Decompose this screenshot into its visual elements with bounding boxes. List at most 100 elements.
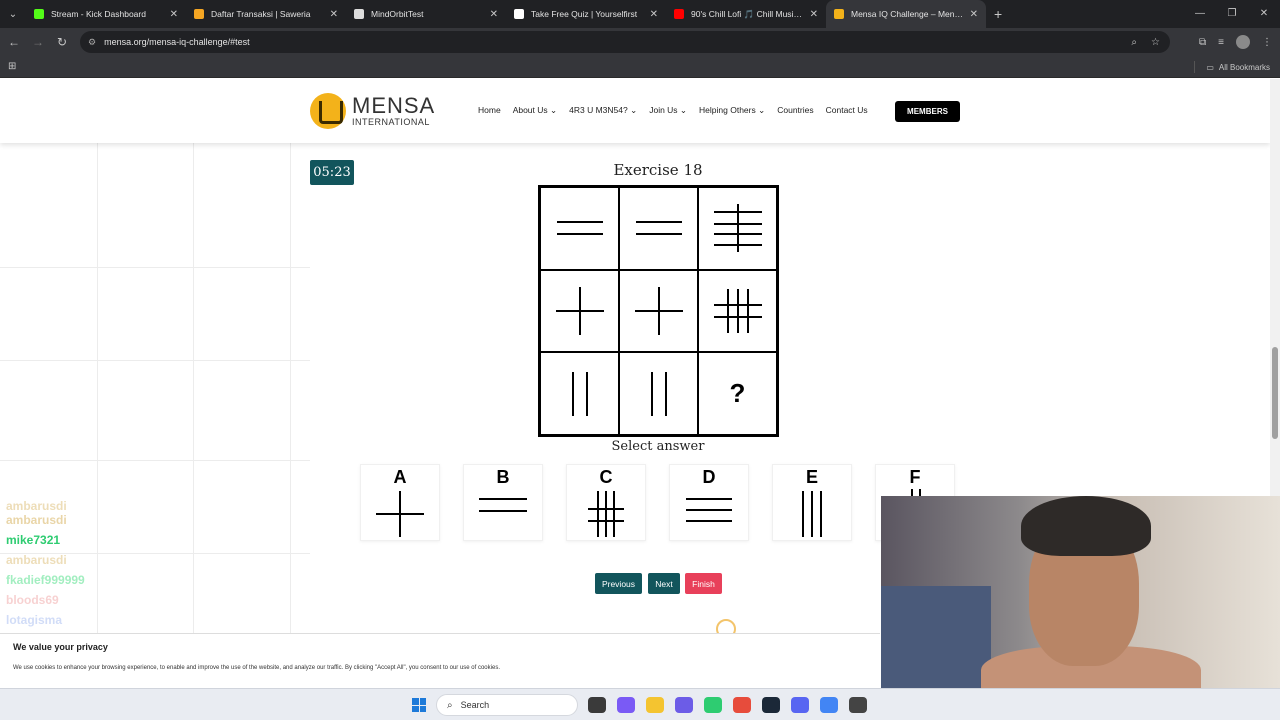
browser-tab-4[interactable]: 90's Chill Lofi 🎵 Chill Music Lo ✕ xyxy=(666,0,826,28)
close-window-icon[interactable]: ✕ xyxy=(1248,0,1280,28)
option-letter: E xyxy=(805,467,818,487)
bookmark-star-icon[interactable]: ☆ xyxy=(1151,37,1160,48)
browser-tab-0[interactable]: Stream - Kick Dashboard ✕ xyxy=(26,0,186,28)
saweria-favicon-icon xyxy=(194,9,204,19)
steam-icon[interactable] xyxy=(762,697,780,713)
yourselfirst-favicon-icon xyxy=(514,9,524,19)
chat-username: ambarusdi xyxy=(6,499,67,510)
nav-contact-us[interactable]: Contact Us xyxy=(826,105,868,116)
members-button[interactable]: MEMBERS xyxy=(895,101,960,122)
tab-search-icon[interactable]: ⌄ xyxy=(0,0,26,28)
extensions-icon[interactable]: ⧉ xyxy=(1199,37,1206,48)
windows-taskbar: ⌕ Search xyxy=(0,688,1280,720)
close-icon[interactable]: ✕ xyxy=(970,9,978,20)
matrix-cell xyxy=(698,269,777,353)
grid-line xyxy=(0,267,310,268)
reload-icon[interactable]: ↻ xyxy=(50,35,74,49)
nav-home[interactable]: Home xyxy=(478,105,501,116)
chat-username: bloods69 xyxy=(6,593,59,607)
tab-title: Mensa IQ Challenge – Mensa In xyxy=(851,9,966,19)
menu-kebab-icon[interactable]: ⋮ xyxy=(1262,37,1272,48)
profile-avatar[interactable] xyxy=(1236,35,1250,49)
countdown-timer: 05:23 xyxy=(310,160,354,185)
mensa-logo[interactable]: MENSA INTERNATIONAL xyxy=(310,93,435,129)
webcam-background-clothes xyxy=(881,586,991,688)
tab-title: 90's Chill Lofi 🎵 Chill Music Lo xyxy=(691,8,806,19)
omnibox-actions: ⌕ ☆ xyxy=(1131,31,1160,53)
nav-join-us[interactable]: Join Us ⌄ xyxy=(649,105,687,116)
url-text[interactable]: mensa.org/mensa-iq-challenge/#test xyxy=(104,37,250,47)
omnibox[interactable]: ⚙ mensa.org/mensa-iq-challenge/#test ⌕ ☆ xyxy=(80,31,1170,53)
nav-countries[interactable]: Countries xyxy=(777,105,813,116)
grid-line xyxy=(193,143,194,633)
browser-tab-1[interactable]: Daftar Transaksi | Saweria ✕ xyxy=(186,0,346,28)
back-icon[interactable]: ← xyxy=(2,35,26,49)
kick-favicon-icon xyxy=(34,9,44,19)
option-letter: C xyxy=(599,467,613,487)
next-button[interactable]: Next xyxy=(648,573,680,594)
close-icon[interactable]: ✕ xyxy=(650,9,658,20)
minimize-icon[interactable]: — xyxy=(1184,0,1216,28)
new-tab-button[interactable]: + xyxy=(994,6,1002,22)
previous-button[interactable]: Previous xyxy=(595,573,642,594)
tab-title: Take Free Quiz | Yourselfirst xyxy=(531,9,638,19)
discord-icon[interactable] xyxy=(675,697,693,713)
exercise-title: Exercise 18 xyxy=(613,161,703,179)
three-horizontal-lines-figure xyxy=(686,498,732,522)
cookie-text: We use cookies to enhance your browsing … xyxy=(13,665,500,671)
nav-are-you-mensa[interactable]: 4R3 U M3N54? ⌄ xyxy=(569,105,637,116)
chat-username: fkadief999999 xyxy=(6,573,85,587)
forward-icon[interactable]: → xyxy=(26,35,50,49)
answer-option-a[interactable]: A xyxy=(360,464,440,541)
close-icon[interactable]: ✕ xyxy=(330,9,338,20)
answer-option-e[interactable]: E xyxy=(772,464,852,541)
taskbar-search-label: Search xyxy=(460,700,490,710)
taskbar-search[interactable]: ⌕ Search xyxy=(436,694,578,716)
youtube-favicon-icon xyxy=(674,9,684,19)
all-bookmarks[interactable]: ▭ All Bookmarks xyxy=(1194,56,1270,78)
close-icon[interactable]: ✕ xyxy=(170,9,178,20)
site-header: MENSA INTERNATIONAL Home About Us ⌄ 4R3 … xyxy=(0,79,1270,143)
chat-username: ambarusdi xyxy=(6,553,67,567)
matrix-cell xyxy=(619,352,698,435)
answer-option-b[interactable]: B xyxy=(463,464,543,541)
finish-button[interactable]: Finish xyxy=(685,573,722,594)
taskbar-apps xyxy=(588,697,867,713)
browser-tab-2[interactable]: MindOrbitTest ✕ xyxy=(346,0,506,28)
chrome-icon[interactable] xyxy=(704,697,722,713)
close-icon[interactable]: ✕ xyxy=(490,9,498,20)
cookie-banner: We value your privacy We use cookies to … xyxy=(0,633,880,688)
nav-about-us[interactable]: About Us ⌄ xyxy=(513,105,557,116)
task-view-icon[interactable] xyxy=(588,697,606,713)
grid-line xyxy=(0,360,310,361)
cross-figure xyxy=(634,286,683,335)
nav-helping-others[interactable]: Helping Others ⌄ xyxy=(699,105,765,116)
matrix-cell xyxy=(698,187,777,270)
two-horizontal-three-vertical-figure xyxy=(588,491,624,537)
mensa-logo-icon xyxy=(310,93,346,129)
webcam-overlay xyxy=(881,496,1280,688)
windows-start-icon[interactable] xyxy=(412,698,426,712)
close-icon[interactable]: ✕ xyxy=(810,9,818,20)
answer-option-d[interactable]: D xyxy=(669,464,749,541)
chrome-profile-icon[interactable] xyxy=(733,697,751,713)
file-explorer-icon[interactable] xyxy=(646,697,664,713)
teams-icon[interactable] xyxy=(791,697,809,713)
site-info-icon[interactable]: ⚙ xyxy=(88,37,96,48)
mindorbit-favicon-icon xyxy=(354,9,364,19)
option-letter: F xyxy=(909,467,921,487)
media-icon[interactable]: ≡ xyxy=(1218,37,1224,48)
answer-option-c[interactable]: C xyxy=(566,464,646,541)
scrollbar-thumb[interactable] xyxy=(1272,347,1278,439)
apps-grid-icon[interactable]: ⊞ xyxy=(8,61,16,72)
option-letter: A xyxy=(393,467,407,487)
four-horizontal-one-vertical-figure xyxy=(713,204,762,253)
two-horizontal-lines-figure xyxy=(556,221,603,236)
obs-icon[interactable] xyxy=(849,697,867,713)
browser-tab-5[interactable]: Mensa IQ Challenge – Mensa In ✕ xyxy=(826,0,986,28)
restore-icon[interactable]: ❐ xyxy=(1216,0,1248,28)
copilot-icon[interactable] xyxy=(617,697,635,713)
chrome-active-icon[interactable] xyxy=(820,697,838,713)
zoom-icon[interactable]: ⌕ xyxy=(1131,37,1137,48)
browser-tab-3[interactable]: Take Free Quiz | Yourselfirst ✕ xyxy=(506,0,666,28)
